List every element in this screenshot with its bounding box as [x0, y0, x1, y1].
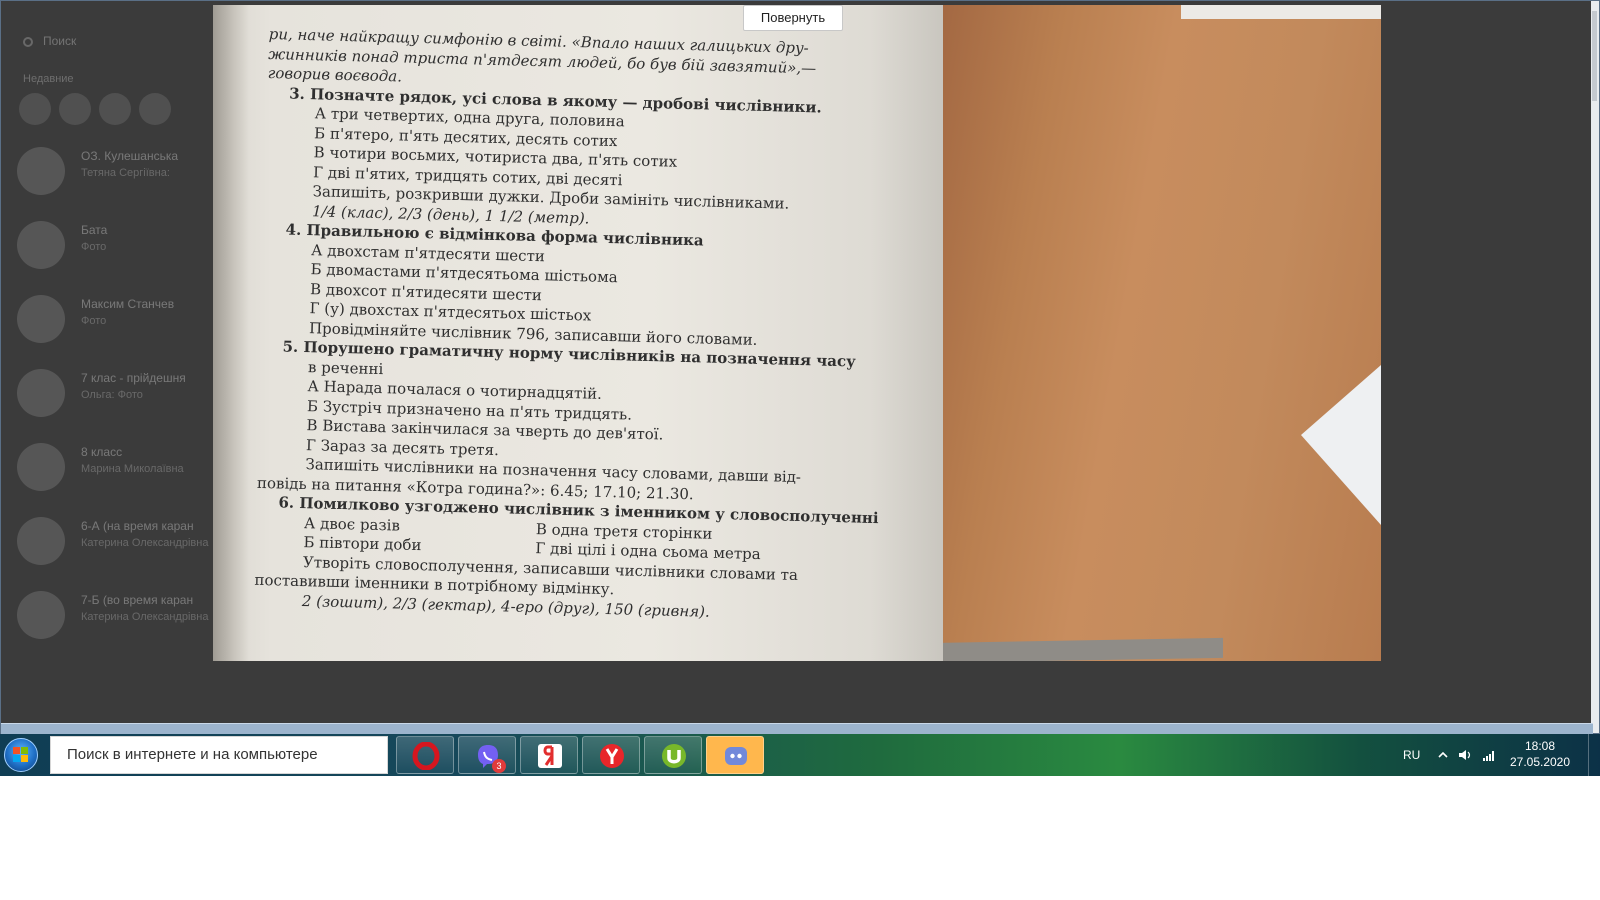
photo-viewer-window: Поиск Недавние ОЗ. Кулешанська Тетяна Сер… [0, 0, 1600, 735]
chat-item[interactable]: 7-Б (во время каран Катерина Олександрівн… [17, 585, 213, 645]
notification-badge: 3 [492, 759, 506, 773]
sidebar-search[interactable]: Поиск [23, 29, 203, 53]
scrollbar-thumb[interactable] [1592, 11, 1597, 101]
page-binding-shadow [213, 5, 249, 661]
chat-item[interactable]: 7 клас - прійдешня Ольга: Фото [17, 363, 213, 423]
app-icon[interactable] [59, 93, 91, 125]
paper-strip [1181, 5, 1381, 19]
chat-name: 8 класс [81, 445, 123, 459]
start-button[interactable] [2, 737, 42, 773]
chat-item[interactable]: ОЗ. Кулешанська Тетяна Сергіївна: [17, 141, 213, 201]
wooden-table [919, 5, 1381, 661]
chat-preview: Катерина Олександрівна [81, 611, 209, 623]
avatar [17, 443, 65, 491]
language-indicator[interactable]: RU [1403, 734, 1420, 776]
chat-preview: Ольга: Фото [81, 389, 143, 401]
avatar [17, 517, 65, 565]
book-page: ри, наче найкращу симфонію в світі. «Впа… [213, 5, 943, 661]
system-clock[interactable]: 18:08 27.05.2020 [1505, 738, 1575, 770]
taskbar-app-discord[interactable] [706, 736, 764, 774]
volume-icon[interactable] [1458, 748, 1472, 762]
show-desktop-button[interactable] [1588, 734, 1600, 776]
taskbar-search-input[interactable]: Поиск в интернете и на компьютере [50, 736, 388, 774]
app-icon[interactable] [99, 93, 131, 125]
sidebar-apps [19, 93, 179, 130]
app-icon[interactable] [139, 93, 171, 125]
chat-name: Бата [81, 223, 108, 237]
rotate-button[interactable]: Повернуть [743, 5, 843, 31]
opera-icon [412, 742, 440, 770]
network-signal-icon[interactable] [1482, 748, 1496, 762]
taskbar-search-placeholder: Поиск в интернете и на компьютере [67, 746, 318, 763]
chat-name: 7 клас - прійдешня [81, 371, 186, 385]
taskbar-app-viber[interactable]: 3 [458, 736, 516, 774]
taskbar-app-yandex-browser[interactable] [520, 736, 578, 774]
clock-date: 27.05.2020 [1509, 755, 1571, 769]
discord-icon [725, 747, 747, 765]
window-scrollbar[interactable] [1591, 1, 1599, 733]
chat-sidebar: Поиск Недавние ОЗ. Кулешанська Тетяна Сер… [11, 21, 211, 661]
page-text: ри, наче найкращу симфонію в світі. «Впа… [254, 25, 889, 626]
taskbar-app-opera[interactable] [396, 736, 454, 774]
chat-preview: Фото [81, 315, 107, 327]
tray-expand-icon[interactable] [1436, 748, 1450, 762]
avatar [17, 295, 65, 343]
taskbar-app-utorrent[interactable] [644, 736, 702, 774]
chat-item[interactable]: 6-А (на время каран Катерина Олександрівн… [17, 511, 213, 571]
search-icon [23, 36, 33, 47]
chat-name: Максим Станчев [81, 297, 175, 311]
utorrent-icon [662, 744, 686, 768]
chat-name: 7-Б (во время каран [81, 593, 194, 607]
taskbar: Поиск в интернете и на компьютере 3 RU 1… [0, 734, 1600, 776]
avatar [17, 369, 65, 417]
chat-name: 6-А (на время каран [81, 519, 194, 533]
sidebar-search-placeholder: Поиск [43, 34, 77, 48]
app-icon[interactable] [19, 93, 51, 125]
windows-flag-icon [13, 747, 29, 763]
sidebar-section-label: Недавние [23, 73, 74, 85]
clock-time: 18:08 [1524, 739, 1556, 753]
page-lines: ри, наче найкращу симфонію в світі. «Впа… [256, 25, 889, 529]
chat-preview: Марина Миколаївна [81, 463, 184, 475]
chat-preview: Тетяна Сергіївна: [81, 167, 170, 179]
avatar [17, 147, 65, 195]
chat-item[interactable]: Бата Фото [17, 215, 213, 275]
yandex-browser-icon [538, 744, 562, 768]
chat-preview: Фото [81, 241, 107, 253]
avatar [17, 221, 65, 269]
taskbar-app-yandex[interactable] [582, 736, 640, 774]
textbook-photo[interactable]: ри, наче найкращу симфонію в світі. «Впа… [213, 5, 1381, 661]
paper-corner [1301, 365, 1381, 525]
yandex-icon [600, 744, 624, 768]
chat-item[interactable]: 8 класс Марина Миколаївна [17, 437, 213, 497]
chat-name: ОЗ. Кулешанська [81, 149, 179, 163]
avatar [17, 591, 65, 639]
chat-preview: Катерина Олександрівна [81, 537, 209, 549]
chat-item[interactable]: Максим Станчев Фото [17, 289, 213, 349]
